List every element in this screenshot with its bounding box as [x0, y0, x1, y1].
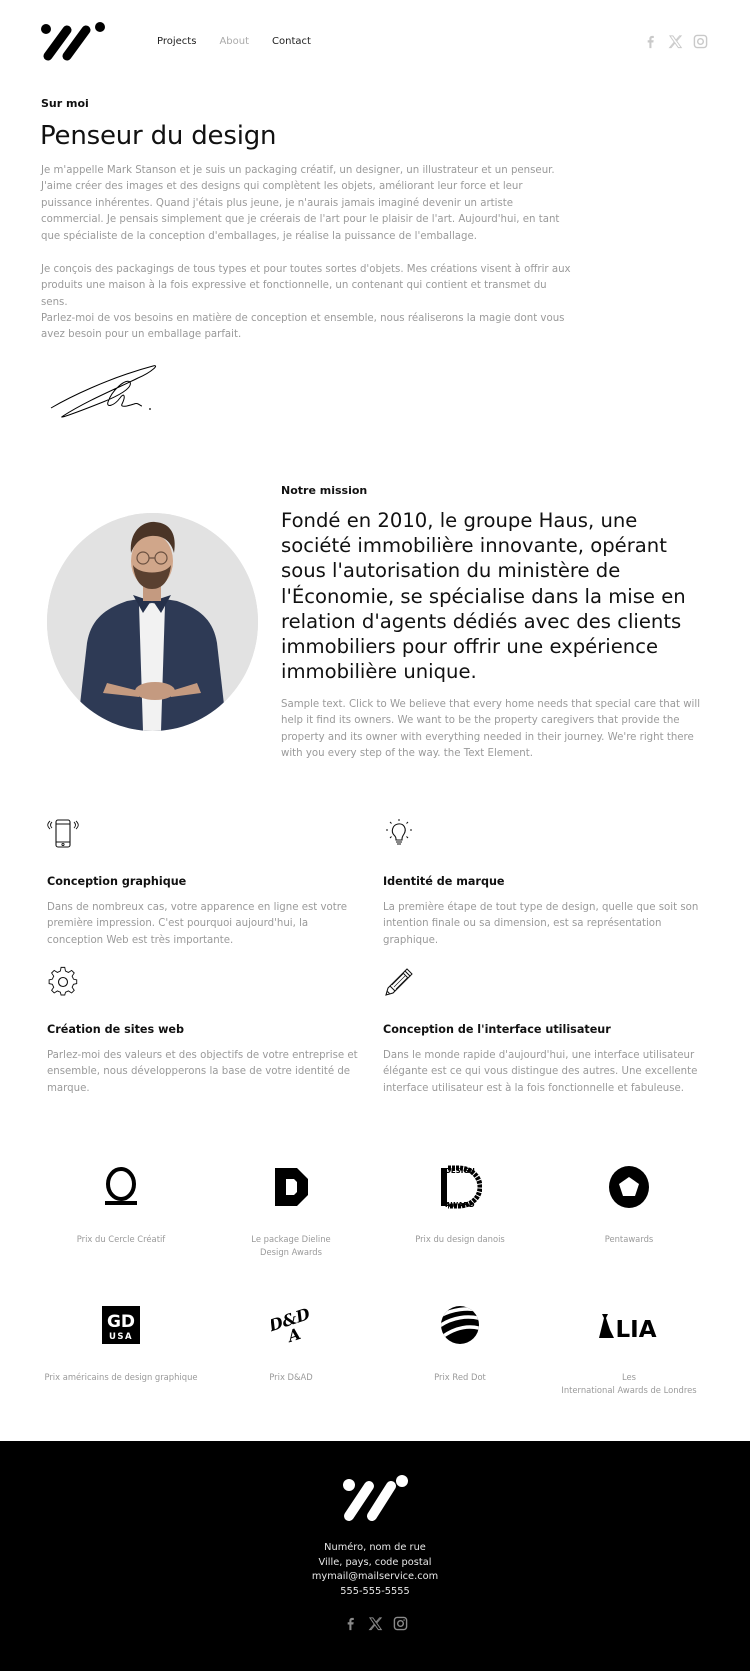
about-paragraph-2: Je conçois des packagings de tous types … — [41, 264, 571, 308]
footer-contact-info: Numéro, nom de rue Ville, pays, code pos… — [0, 1541, 750, 1599]
award-label: Les International Awards de Londres — [561, 1372, 697, 1395]
feature-text: La première étape de tout type de design… — [383, 902, 699, 946]
award-label: Le package Dieline Design Awards — [251, 1234, 331, 1257]
facebook-icon[interactable] — [643, 34, 658, 49]
svg-text:DESIGN: DESIGN — [445, 1167, 475, 1175]
award-item: LIA Les International Awards de Londres — [544, 1301, 714, 1397]
instagram-icon[interactable] — [393, 1616, 408, 1631]
feature-text: Dans le monde rapide d'aujourd'hui, une … — [383, 1050, 698, 1094]
feature-text: Parlez-moi des valeurs et des objectifs … — [47, 1050, 358, 1094]
x-icon[interactable] — [368, 1616, 383, 1631]
x-icon[interactable] — [668, 34, 683, 49]
nav-projects[interactable]: Projects — [157, 36, 196, 47]
svg-text:USA: USA — [109, 1332, 133, 1342]
feature-title: Création de sites web — [47, 1023, 184, 1036]
nav-contact[interactable]: Contact — [272, 36, 311, 47]
feature-title: Conception graphique — [47, 875, 187, 888]
mission-title: Fondé en 2010, le groupe Haus, une socié… — [281, 509, 686, 684]
pentawards-logo — [609, 1166, 649, 1208]
feature-text: Dans de nombreux cas, votre apparence en… — [47, 902, 348, 946]
award-item: Le package Dieline Design Awards — [206, 1163, 376, 1259]
site-header: Projects About Contact — [0, 0, 750, 90]
award-label: Prix du Cercle Créatif — [76, 1234, 166, 1244]
footer-phone[interactable]: 555-555-5555 — [0, 1585, 750, 1600]
danish-design-award-logo: DESIGN AWARD — [441, 1165, 482, 1209]
about-title: Penseur du design — [40, 121, 277, 151]
svg-text:GD: GD — [107, 1312, 135, 1332]
person-illustration — [47, 513, 258, 731]
award-item: Pentawards — [544, 1163, 714, 1246]
footer-address-line2: Ville, pays, code postal — [318, 1556, 432, 1568]
signature-image — [50, 365, 157, 418]
facebook-icon[interactable] — [343, 1616, 358, 1631]
lia-logo: LIA — [599, 1314, 657, 1342]
footer-social-links — [343, 1616, 408, 1631]
site-footer: Numéro, nom de rue Ville, pays, code pos… — [0, 1441, 750, 1671]
smartphone-icon — [47, 819, 79, 848]
award-item: Prix Red Dot — [375, 1301, 545, 1384]
red-dot-logo — [441, 1306, 479, 1344]
award-item: GD USA Prix américains de design graphiq… — [36, 1301, 206, 1384]
award-label: Prix du design danois — [415, 1234, 505, 1244]
award-label: Prix D&AD — [269, 1372, 313, 1382]
footer-email[interactable]: mymail@mailservice.com — [0, 1570, 750, 1585]
award-label: Prix Red Dot — [434, 1372, 486, 1382]
header-social-links — [643, 34, 708, 49]
footer-address-line1: Numéro, nom de rue — [324, 1542, 426, 1553]
award-item: D&D A Prix D&AD — [206, 1301, 376, 1384]
feature-title: Identité de marque — [383, 875, 505, 888]
dandad-logo: D&D A — [271, 1304, 311, 1347]
nav-about[interactable]: About — [219, 36, 249, 47]
brand-logo[interactable] — [40, 22, 106, 62]
main-nav: Projects About Contact — [157, 36, 334, 47]
dieline-logo — [275, 1168, 308, 1206]
award-item: Prix du Cercle Créatif — [36, 1163, 206, 1246]
mission-label: Notre mission — [281, 484, 368, 497]
pencil-icon — [385, 968, 413, 996]
instagram-icon[interactable] — [693, 34, 708, 49]
svg-text:AWARD: AWARD — [445, 1201, 474, 1209]
about-paragraph-3: Parlez-moi de vos besoins en matière de … — [41, 313, 565, 341]
about-label: Sur moi — [41, 97, 89, 110]
feature-card: Identité de marque La première étape de … — [383, 818, 703, 946]
svg-text:LIA: LIA — [615, 1317, 656, 1342]
feature-card: Conception de l'interface utilisateur Da… — [383, 966, 703, 1094]
gear-icon — [48, 966, 78, 996]
creative-circle-logo — [105, 1167, 137, 1205]
about-paragraph-1: Je m'appelle Mark Stanson et je suis un … — [41, 165, 560, 242]
svg-text:A: A — [283, 1324, 303, 1347]
feature-card: Conception graphique Dans de nombreux ca… — [47, 818, 367, 946]
gdusa-logo: GD USA — [102, 1306, 140, 1344]
footer-brand-logo[interactable] — [341, 1475, 409, 1523]
feature-card: Création de sites web Parlez-moi des val… — [47, 966, 367, 1094]
award-item: DESIGN AWARD Prix du design danois — [375, 1163, 545, 1246]
portrait-photo — [47, 513, 258, 731]
award-label: Pentawards — [604, 1234, 654, 1244]
feature-title: Conception de l'interface utilisateur — [383, 1023, 611, 1036]
mission-text: Sample text. Click to We believe that ev… — [281, 699, 701, 759]
award-label: Prix américains de design graphique — [44, 1372, 198, 1382]
lightbulb-icon — [386, 819, 412, 845]
